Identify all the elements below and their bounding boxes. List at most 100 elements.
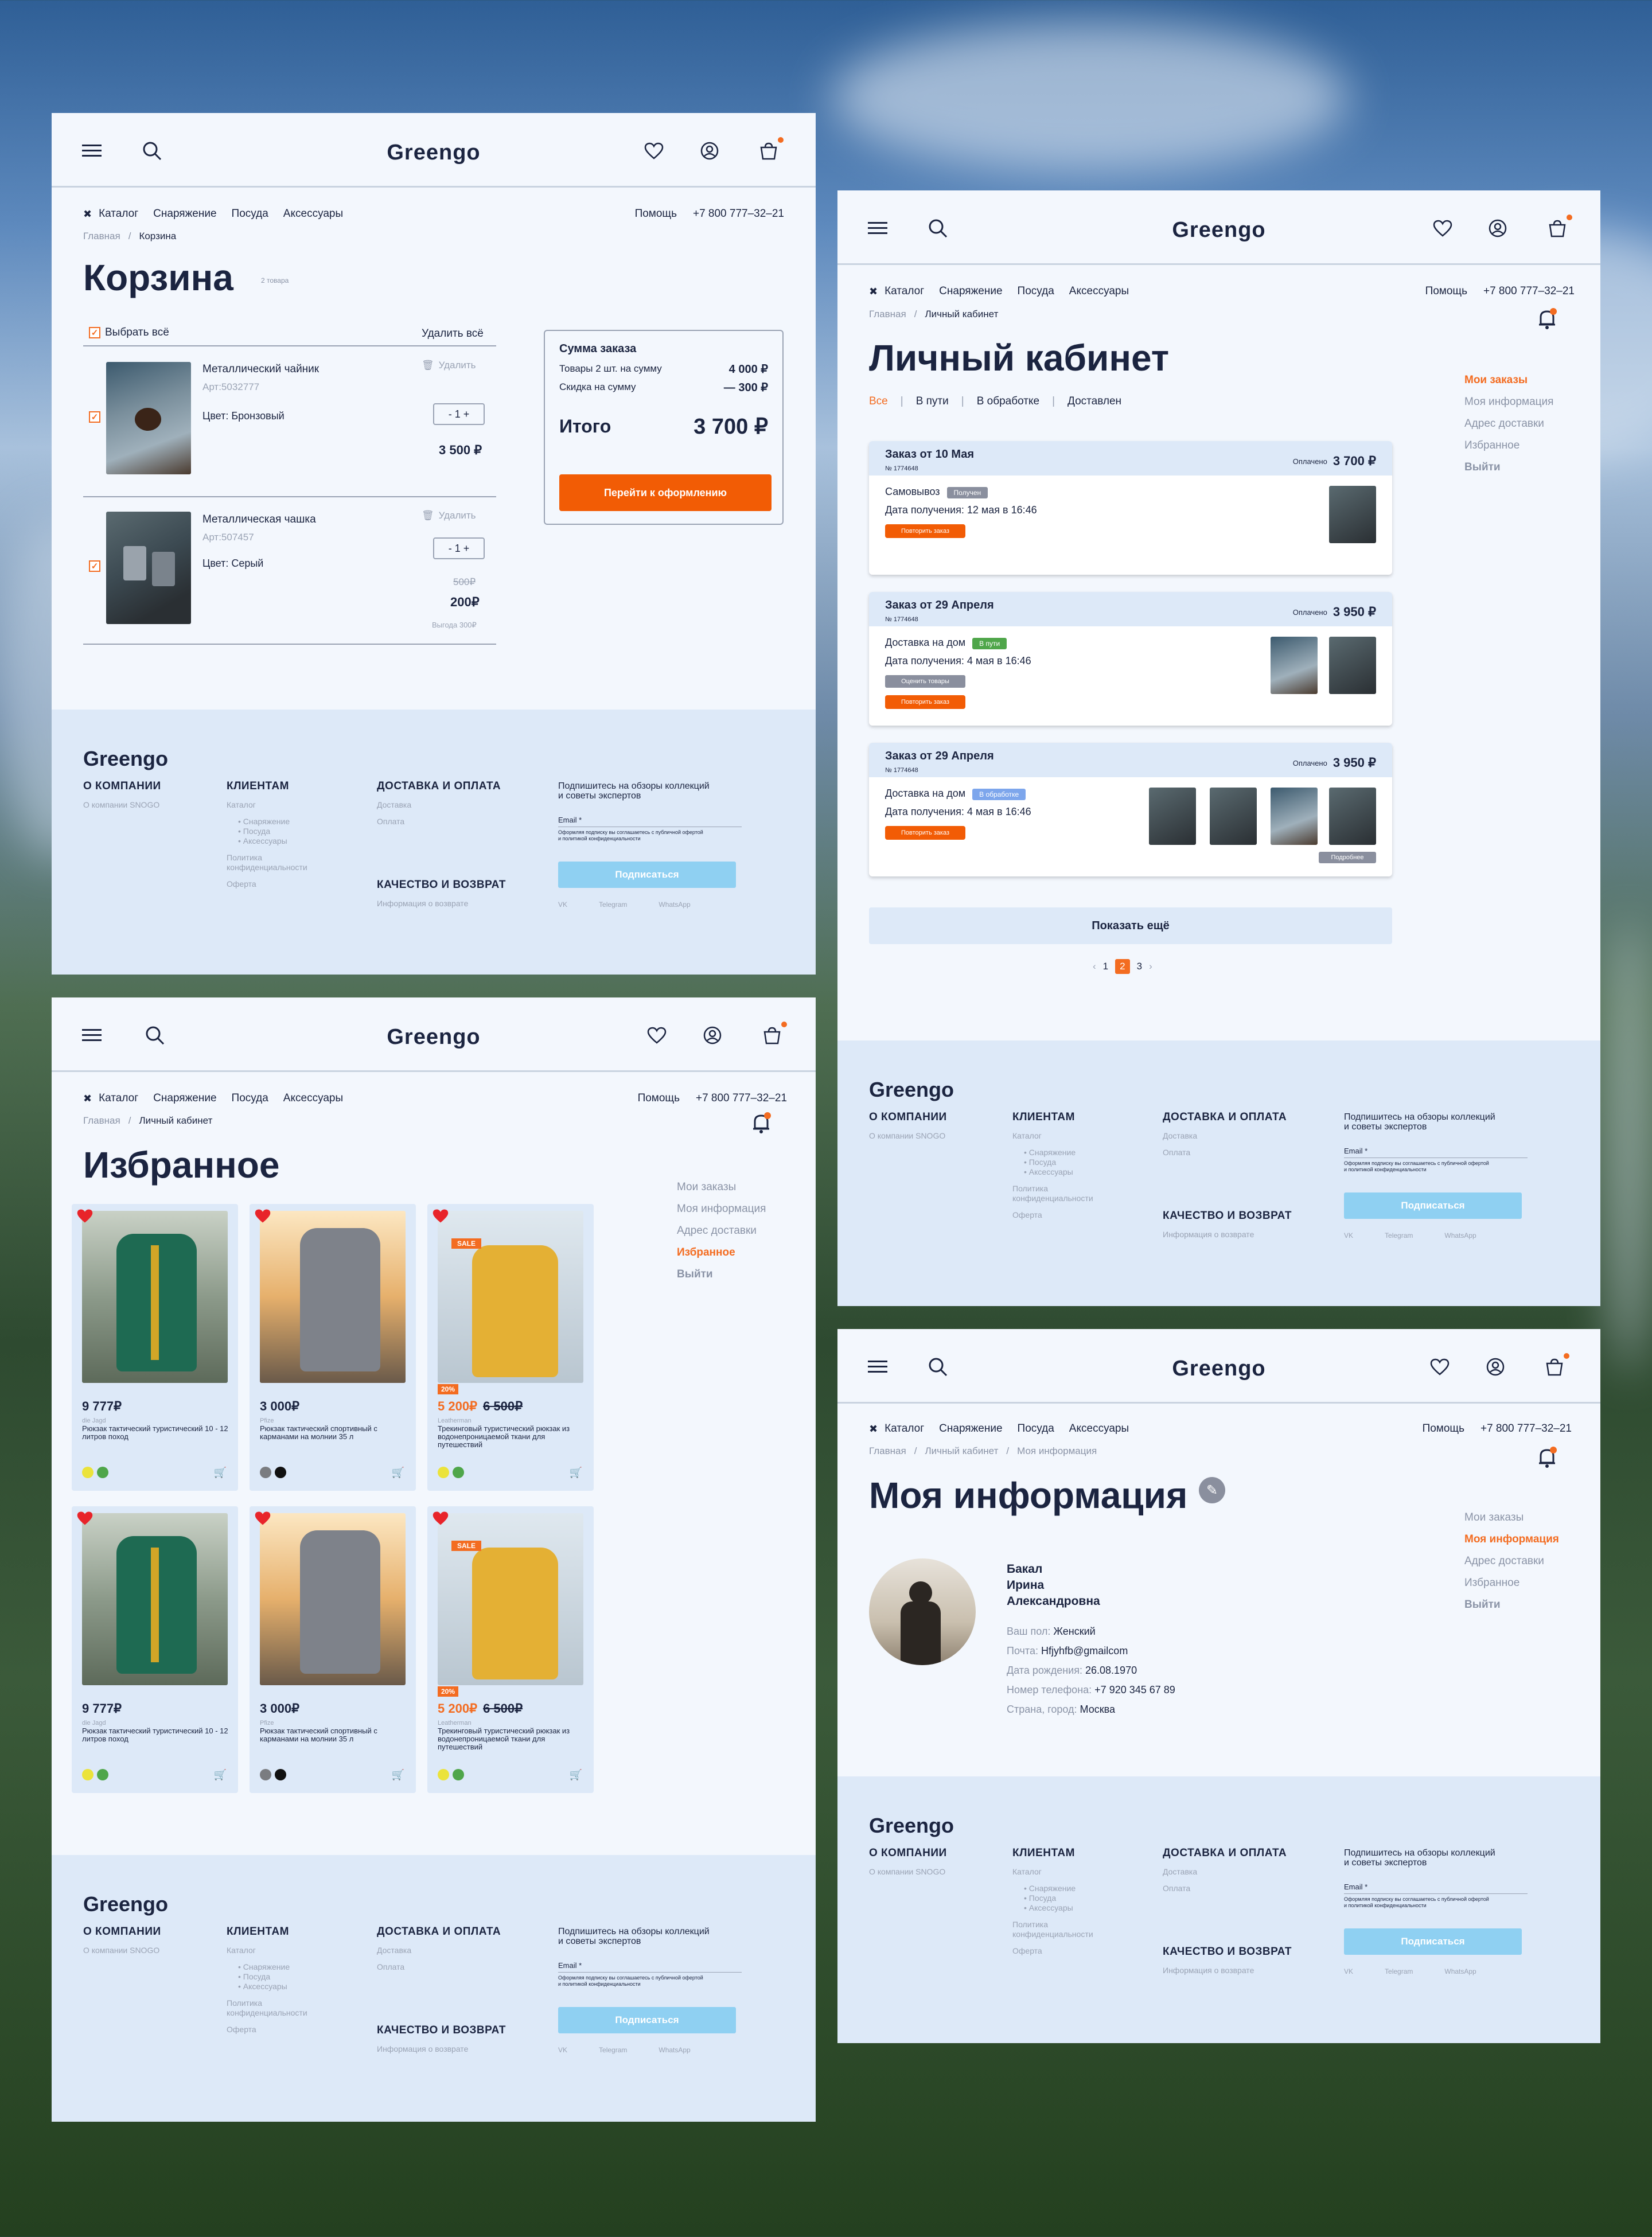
item-checkbox[interactable]: ✓ — [89, 411, 100, 423]
footer-link[interactable]: Информация о возврате — [377, 899, 506, 909]
color-swatch[interactable] — [453, 1467, 464, 1478]
footer-link[interactable]: • Посуда — [1012, 1158, 1093, 1167]
catalog-icon[interactable]: ✖ — [869, 1423, 878, 1435]
cart-add-icon[interactable]: 🛒 — [392, 1467, 404, 1479]
footer-link[interactable]: О компании SNOGO — [869, 1131, 947, 1141]
email-field[interactable]: Email * — [1344, 1146, 1528, 1158]
footer-link[interactable]: Доставка — [1163, 1867, 1287, 1877]
footer-link[interactable]: Оплата — [377, 1962, 501, 1972]
footer-link[interactable]: Политика — [227, 853, 307, 863]
footer-logo[interactable]: Greengo — [869, 1078, 954, 1102]
footer-link[interactable]: Информация о возврате — [1163, 1966, 1292, 1975]
telegram-link[interactable]: Telegram — [1385, 1231, 1413, 1241]
menu-favorites[interactable]: Избранное — [1464, 435, 1553, 457]
footer-link[interactable]: • Снаряжение — [227, 1962, 307, 1972]
heart-icon[interactable] — [642, 139, 665, 162]
footer-link[interactable]: Оферта — [1012, 1946, 1093, 1956]
footer-link[interactable]: • Посуда — [227, 1972, 307, 1982]
color-swatch[interactable] — [97, 1467, 108, 1478]
footer-link[interactable]: Оферта — [227, 879, 307, 889]
product-card[interactable]: SALE 20% 5 200₽ 6 500₽ Leatherman Трекинг… — [427, 1204, 594, 1491]
product-image-cup[interactable] — [106, 512, 191, 624]
color-swatch[interactable] — [453, 1769, 464, 1780]
footer-link[interactable]: О компании SNOGO — [83, 1946, 161, 1955]
order-card[interactable]: Заказ от 29 Апреля № 1774648 Оплачено 3 9… — [869, 743, 1392, 876]
footer-link[interactable]: • Аксессуары — [227, 836, 307, 846]
checkout-button[interactable]: Перейти к оформлению — [559, 474, 772, 511]
product-card[interactable]: 9 777₽ die Jagd Рюкзак тактический турис… — [72, 1506, 238, 1793]
nav-help[interactable]: Помощь — [638, 1092, 680, 1105]
edit-icon[interactable]: ✎ — [1199, 1477, 1225, 1503]
item-checkbox[interactable]: ✓ — [89, 560, 100, 572]
cart-icon[interactable] — [761, 1020, 788, 1047]
tab-in-transit[interactable]: В пути — [916, 395, 949, 408]
repeat-order-button[interactable]: Повторить заказ — [885, 695, 965, 709]
cart-icon[interactable] — [757, 136, 785, 162]
product-card[interactable]: 3 000₽ Pfize Рюкзак тактический спортивн… — [250, 1506, 416, 1793]
color-swatch[interactable] — [275, 1467, 286, 1478]
user-icon[interactable] — [1484, 1355, 1507, 1378]
nav-dishes[interactable]: Посуда — [1018, 1423, 1054, 1435]
checkbox[interactable]: ✓ — [89, 327, 100, 338]
nav-catalog[interactable]: Каталог — [99, 1092, 138, 1105]
catalog-icon[interactable]: ✖ — [869, 286, 878, 298]
color-swatch[interactable] — [438, 1769, 449, 1780]
product-image[interactable] — [82, 1513, 228, 1685]
footer-link[interactable]: Доставка — [377, 800, 501, 810]
menu-address[interactable]: Адрес доставки — [1464, 413, 1553, 435]
product-desc[interactable]: Трекинговый туристический рюкзак из водо… — [438, 1727, 587, 1751]
email-field[interactable]: Email * — [558, 1961, 742, 1973]
footer-link[interactable]: Оферта — [227, 2025, 307, 2035]
user-icon[interactable] — [1486, 217, 1509, 240]
nav-accessories[interactable]: Аксессуары — [1069, 285, 1129, 298]
nav-help[interactable]: Помощь — [1425, 285, 1467, 298]
footer-link[interactable]: О компании SNOGO — [869, 1867, 947, 1877]
nav-dishes[interactable]: Посуда — [232, 1092, 268, 1105]
order-item-image[interactable] — [1329, 486, 1376, 543]
color-swatch[interactable] — [82, 1467, 93, 1478]
color-swatch[interactable] — [275, 1769, 286, 1780]
menu-address[interactable]: Адрес доставки — [677, 1220, 766, 1242]
color-swatch[interactable] — [97, 1769, 108, 1780]
menu-favorites[interactable]: Избранное — [677, 1242, 766, 1264]
footer-link[interactable]: • Снаряжение — [1012, 1884, 1093, 1893]
footer-link[interactable]: Доставка — [1163, 1131, 1287, 1141]
nav-equipment[interactable]: Снаряжение — [939, 1423, 1002, 1435]
user-icon[interactable] — [701, 1024, 724, 1047]
nav-equipment[interactable]: Снаряжение — [153, 1092, 216, 1105]
footer-link[interactable]: Информация о возврате — [1163, 1230, 1292, 1240]
crumb-home[interactable]: Главная — [83, 1115, 120, 1127]
menu-exit[interactable]: Выйти — [1464, 457, 1553, 478]
rate-goods-button[interactable]: Оценить товары — [885, 675, 965, 688]
whatsapp-link[interactable]: WhatsApp — [659, 900, 690, 910]
footer-link[interactable]: • Снаряжение — [227, 817, 307, 827]
subscribe-button[interactable]: Подписаться — [558, 862, 736, 888]
bell-icon[interactable] — [1537, 1447, 1557, 1471]
color-swatch[interactable] — [82, 1769, 93, 1780]
repeat-order-button[interactable]: Повторить заказ — [885, 826, 965, 840]
crumb-home[interactable]: Главная — [83, 231, 120, 242]
details-button[interactable]: Подробнее — [1319, 852, 1376, 863]
footer-link[interactable]: Каталог — [1012, 1131, 1093, 1141]
menu-orders[interactable]: Мои заказы — [677, 1176, 766, 1198]
nav-equipment[interactable]: Снаряжение — [939, 285, 1002, 298]
footer-link[interactable]: • Посуда — [227, 827, 307, 836]
favorite-heart-icon[interactable] — [76, 1207, 93, 1225]
footer-link[interactable]: Оплата — [1163, 1884, 1287, 1893]
menu-favorites[interactable]: Избранное — [1464, 1572, 1559, 1594]
quantity-stepper[interactable]: - 1 + — [433, 537, 485, 559]
vk-link[interactable]: VK — [558, 900, 567, 910]
telegram-link[interactable]: Telegram — [1385, 1967, 1413, 1977]
order-item-image[interactable] — [1271, 788, 1318, 845]
footer-link[interactable]: Доставка — [377, 1946, 501, 1955]
nav-phone[interactable]: +7 800 777–32–21 — [696, 1092, 787, 1105]
cart-add-icon[interactable]: 🛒 — [570, 1769, 582, 1781]
cart-add-icon[interactable]: 🛒 — [570, 1467, 582, 1479]
product-image[interactable] — [260, 1513, 406, 1685]
delete-button[interactable]: 🗑 Удалить — [422, 510, 476, 521]
whatsapp-link[interactable]: WhatsApp — [1444, 1231, 1476, 1241]
next-page[interactable]: › — [1149, 961, 1152, 972]
footer-link[interactable]: конфиденциальности — [227, 863, 307, 872]
avatar[interactable] — [869, 1558, 976, 1665]
footer-link[interactable]: Каталог — [227, 800, 307, 810]
